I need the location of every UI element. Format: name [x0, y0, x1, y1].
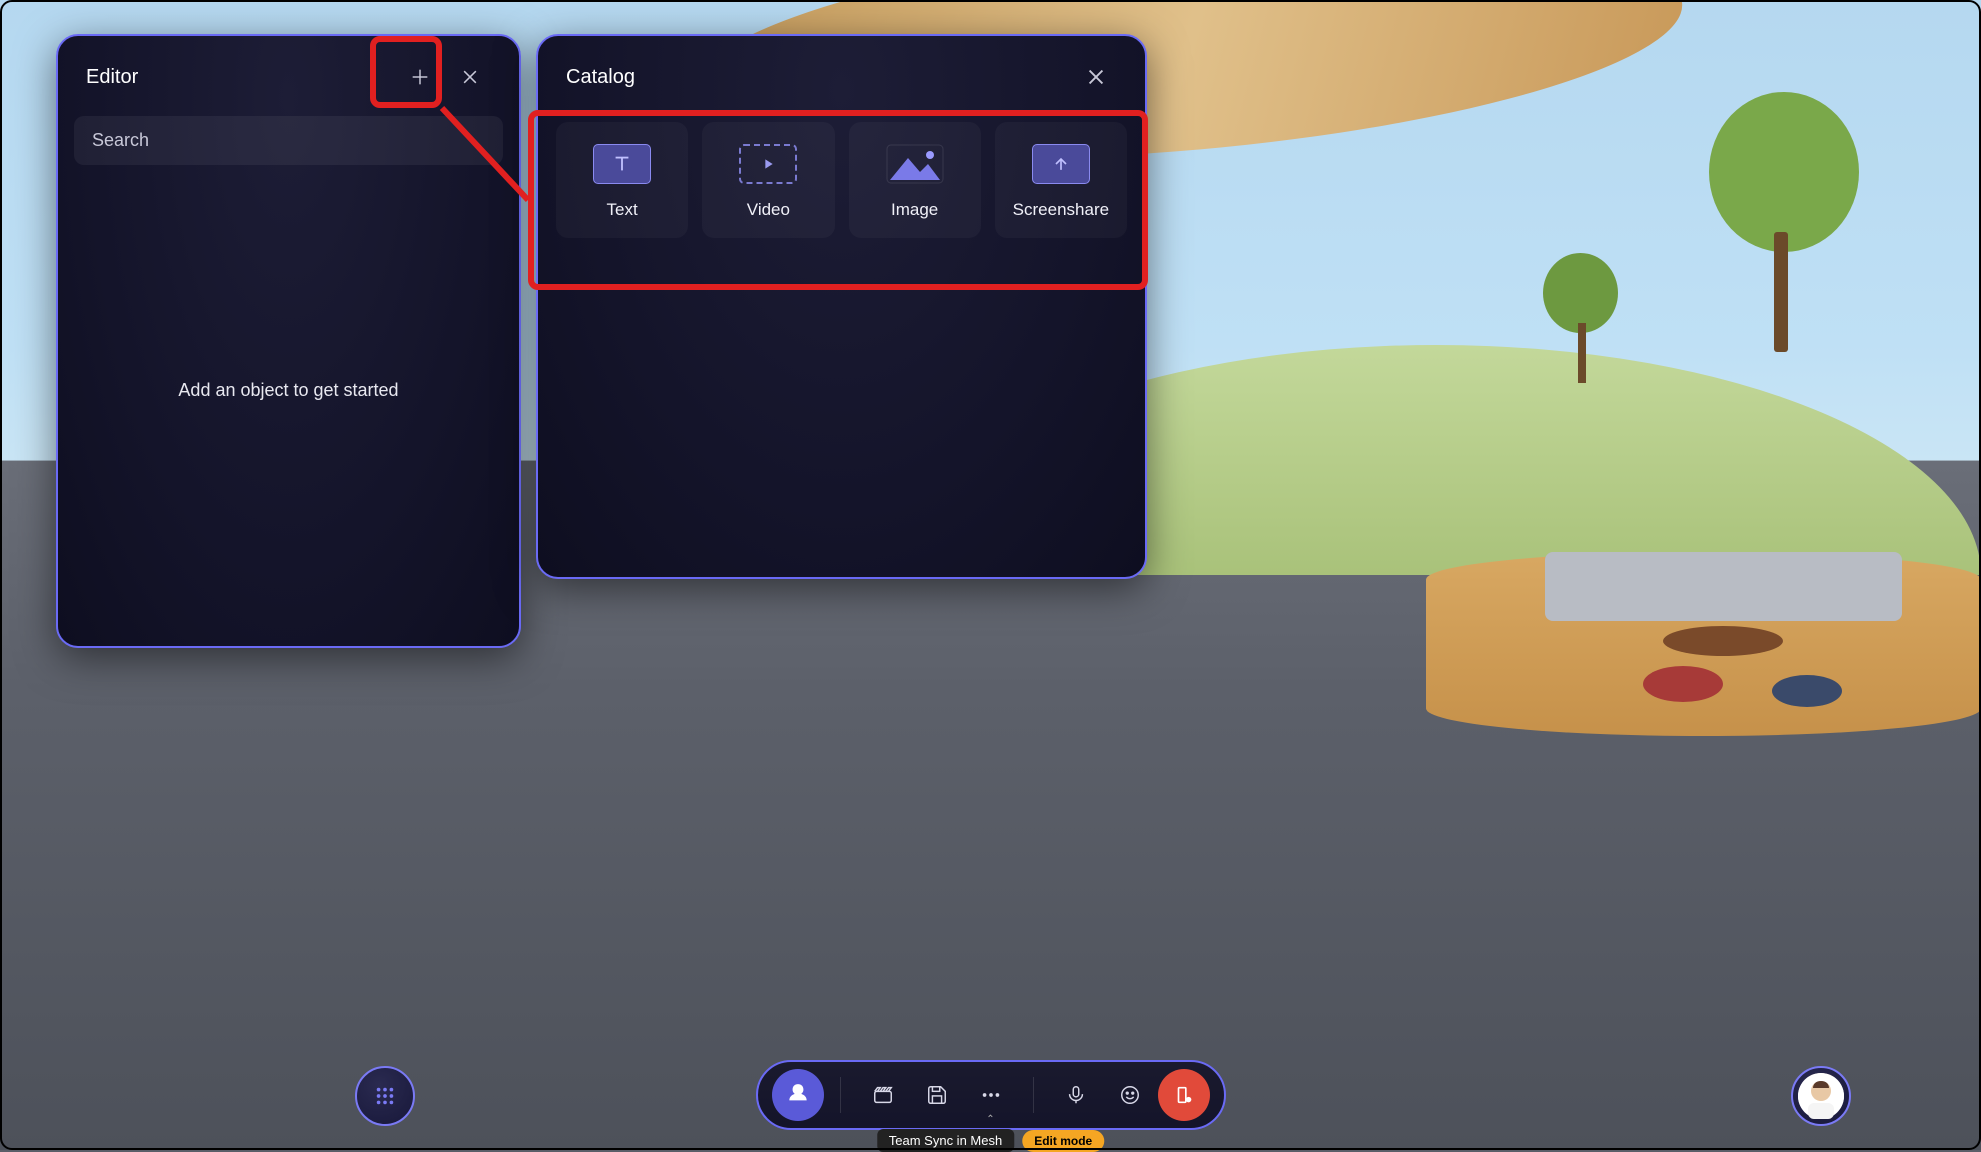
- video-icon: [739, 144, 797, 184]
- smile-icon: [1119, 1084, 1141, 1106]
- catalog-item-text[interactable]: Text: [556, 122, 688, 238]
- close-editor-button[interactable]: [449, 56, 491, 98]
- editor-empty-message: Add an object to get started: [58, 135, 519, 646]
- image-icon: [886, 144, 944, 184]
- catalog-item-label: Image: [891, 200, 938, 220]
- session-name: Team Sync in Mesh: [877, 1129, 1014, 1152]
- dock-reactions-button[interactable]: [1104, 1069, 1156, 1121]
- catalog-panel: Catalog Text Video Image: [536, 34, 1147, 579]
- text-icon: [593, 144, 651, 184]
- dock-microphone-button[interactable]: [1050, 1069, 1102, 1121]
- avatar-button[interactable]: [1791, 1066, 1851, 1126]
- chevron-up-icon: ⌃: [986, 1114, 994, 1125]
- catalog-item-screenshare[interactable]: Screenshare: [995, 122, 1127, 238]
- mode-badge: Edit mode: [1022, 1130, 1104, 1152]
- dock-save-button[interactable]: [911, 1069, 963, 1121]
- plus-icon: [409, 66, 431, 88]
- close-icon: [460, 67, 480, 87]
- catalog-title: Catalog: [566, 66, 635, 89]
- status-bar: Team Sync in Mesh Edit mode: [877, 1129, 1104, 1152]
- leave-icon: [1173, 1084, 1195, 1106]
- dock-more-button[interactable]: ⌃: [965, 1069, 1017, 1121]
- ottoman-red: [1643, 666, 1723, 702]
- screenshare-icon: [1032, 144, 1090, 184]
- catalog-item-label: Text: [607, 200, 638, 220]
- editor-panel: Editor Search Add an object to get start…: [56, 34, 521, 648]
- catalog-item-video[interactable]: Video: [702, 122, 834, 238]
- coffee-table: [1663, 626, 1783, 656]
- tree-small: [1534, 253, 1624, 383]
- dock: ⌃: [756, 1060, 1226, 1130]
- close-catalog-button[interactable]: [1075, 56, 1117, 98]
- app-launcher-button[interactable]: [355, 1066, 415, 1126]
- environment-icon: [785, 1082, 811, 1108]
- editor-title: Editor: [86, 66, 138, 89]
- save-icon: [926, 1084, 948, 1106]
- couch: [1545, 552, 1902, 621]
- catalog-item-label: Video: [747, 200, 790, 220]
- dock-environment-button[interactable]: [772, 1069, 824, 1121]
- catalog-item-image[interactable]: Image: [849, 122, 981, 238]
- more-icon: [980, 1084, 1002, 1106]
- dock-leave-button[interactable]: [1158, 1069, 1210, 1121]
- tree-large: [1692, 92, 1862, 352]
- close-icon: [1085, 66, 1107, 88]
- grid-icon: [374, 1085, 396, 1107]
- microphone-icon: [1065, 1084, 1087, 1106]
- catalog-item-label: Screenshare: [1013, 200, 1109, 220]
- dock-clapperboard-button[interactable]: [857, 1069, 909, 1121]
- clapperboard-icon: [872, 1084, 894, 1106]
- add-button[interactable]: [399, 56, 441, 98]
- avatar-icon: [1798, 1073, 1844, 1119]
